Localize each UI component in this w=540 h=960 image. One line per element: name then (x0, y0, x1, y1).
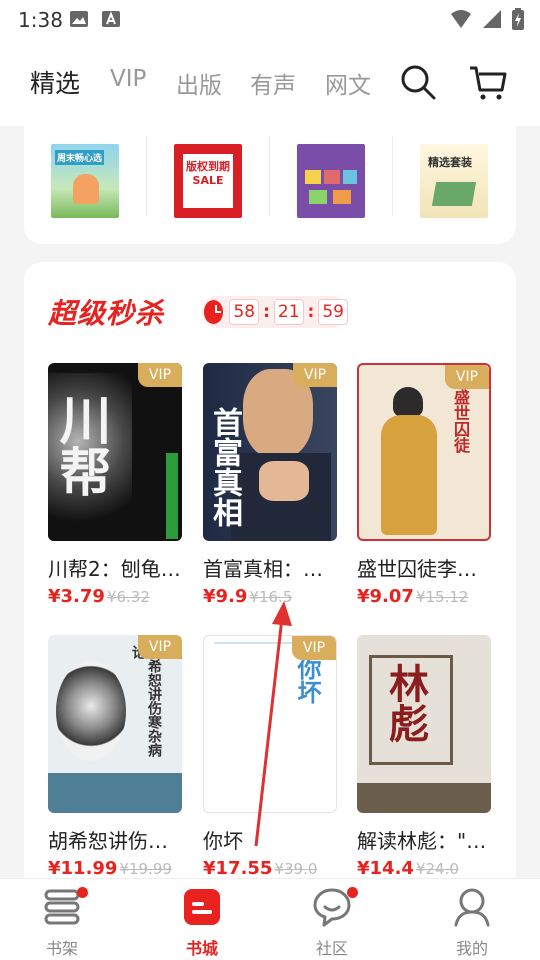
nav-community[interactable]: 社区 (292, 885, 372, 959)
original-price: ¥19.99 (119, 860, 172, 878)
book-cover-text: 盛世囚徒 (451, 389, 470, 453)
battery-icon (512, 8, 524, 30)
tab-web-novel[interactable]: 网文 (325, 66, 371, 100)
tab-publishing[interactable]: 出版 (176, 66, 222, 100)
book-title: 你坏 (203, 829, 243, 853)
sale-price: ¥17.55 (203, 858, 273, 879)
category-cover-text: 精选套装 (428, 156, 472, 169)
nav-label: 我的 (455, 939, 488, 958)
timer-seconds: 59 (318, 299, 348, 325)
original-price: ¥15.12 (415, 588, 469, 606)
tab-audio[interactable]: 有声 (250, 66, 296, 100)
profile-icon (454, 888, 490, 927)
nav-label: 书架 (45, 939, 78, 958)
sale-price: ¥3.79 (48, 586, 105, 607)
book-card[interactable]: 川帮 VIP 川帮2：刨龟… ¥3.79 ¥6.32 (48, 363, 182, 607)
vip-badge: VIP (138, 635, 182, 659)
book-title: 胡希恕讲伤… (48, 829, 168, 853)
book-cover[interactable]: 首富真相 VIP (203, 363, 337, 541)
vip-badge: VIP (293, 363, 337, 387)
book-cover[interactable]: 盛世囚徒 VIP (357, 363, 491, 541)
vip-badge: VIP (138, 363, 182, 387)
cart-icon[interactable] (468, 62, 508, 102)
category-card: 周末畅心选 版权到期 SALE 精选套装 (24, 126, 516, 244)
category-cover (297, 144, 365, 218)
category-cover: 版权到期 SALE (174, 144, 242, 218)
notification-dot (347, 887, 358, 898)
book-title: 川帮2：刨龟… (48, 557, 181, 581)
category-cover-text: 周末畅心选 (55, 150, 105, 165)
nav-bookshelf[interactable]: 书架 (22, 885, 102, 959)
image-notification-icon (70, 11, 88, 27)
category-item[interactable]: 周末畅心选 (24, 126, 147, 226)
original-price: ¥39.0 (274, 860, 318, 878)
sale-price: ¥11.99 (48, 858, 118, 879)
sale-price: ¥9.9 (203, 586, 248, 607)
book-card[interactable]: 你坏 VIP 你坏 ¥17.55 ¥39.0 (203, 635, 337, 879)
book-cover-text: 首富真相 (207, 407, 242, 527)
book-cover[interactable]: 胡希恕讲伤寒杂病论 VIP (48, 635, 182, 813)
book-cover[interactable]: 林彪 (357, 635, 491, 813)
category-cover-text: 版权到期 SALE (186, 160, 230, 187)
book-title: 解读林彪："… (357, 829, 487, 853)
book-card[interactable]: 林彪 解读林彪："… ¥14.4 ¥24.0 (357, 635, 491, 879)
flash-sale-section: 超级秒杀 58 : 21 : 59 川帮 VIP 川帮2：刨龟… ¥3.79 ¥6… (24, 262, 516, 902)
book-title: 盛世囚徒李… (357, 557, 477, 581)
original-price: ¥24.0 (415, 860, 459, 878)
category-cover: 周末畅心选 (51, 144, 119, 218)
nav-label: 书城 (185, 939, 218, 958)
tab-featured[interactable]: 精选 (30, 64, 80, 100)
flash-sale-title: 超级秒杀 (48, 297, 165, 330)
book-card[interactable]: 首富真相 VIP 首富真相：… ¥9.9 ¥16.5 (203, 363, 337, 607)
top-nav: 精选 VIP 出版 有声 网文 (0, 40, 540, 126)
sale-price: ¥14.4 (357, 858, 414, 879)
timer-hours: 58 (229, 299, 260, 325)
tab-vip[interactable]: VIP (110, 66, 146, 92)
notification-dot (77, 887, 88, 898)
wifi-icon (451, 10, 471, 28)
signal-icon (483, 10, 501, 28)
book-cover-text: 你坏 (293, 656, 321, 704)
book-cover[interactable]: 川帮 VIP (48, 363, 182, 541)
category-item[interactable]: 版权到期 SALE (147, 126, 270, 226)
vip-badge: VIP (445, 365, 489, 389)
status-bar: 1:38 (0, 0, 540, 40)
timer-minutes: 21 (273, 299, 304, 325)
app-notification-icon (102, 11, 120, 27)
sale-price: ¥9.07 (357, 586, 414, 607)
search-icon[interactable] (398, 62, 438, 102)
nav-profile[interactable]: 我的 (432, 885, 512, 959)
countdown-timer: 58 : 21 : 59 (202, 296, 348, 328)
clock-icon (204, 300, 224, 324)
nav-label: 社区 (315, 939, 348, 958)
bookstore-icon (184, 889, 220, 925)
book-card[interactable]: 胡希恕讲伤寒杂病论 VIP 胡希恕讲伤… ¥11.99¥19.99 (48, 635, 182, 879)
book-cover-text: 川帮 (50, 393, 110, 497)
nav-bookstore[interactable]: 书城 (162, 885, 242, 959)
status-time: 1:38 (18, 8, 63, 32)
book-cover-text: 胡希恕讲伤寒杂病论 (130, 645, 162, 757)
category-item[interactable]: 精选套装 (393, 126, 516, 226)
category-item[interactable] (270, 126, 393, 226)
original-price: ¥16.5 (249, 588, 293, 606)
category-cover: 精选套装 (420, 144, 488, 218)
vip-badge: VIP (292, 636, 336, 660)
bottom-nav: 书架 书城 社区 我的 (0, 878, 540, 960)
book-cover[interactable]: 你坏 VIP (203, 635, 337, 813)
original-price: ¥6.32 (106, 588, 150, 606)
book-card[interactable]: 盛世囚徒 VIP 盛世囚徒李… ¥9.07 ¥15.12 (357, 363, 491, 607)
book-title: 首富真相：… (203, 557, 323, 581)
book-cover-text: 林彪 (382, 663, 428, 743)
